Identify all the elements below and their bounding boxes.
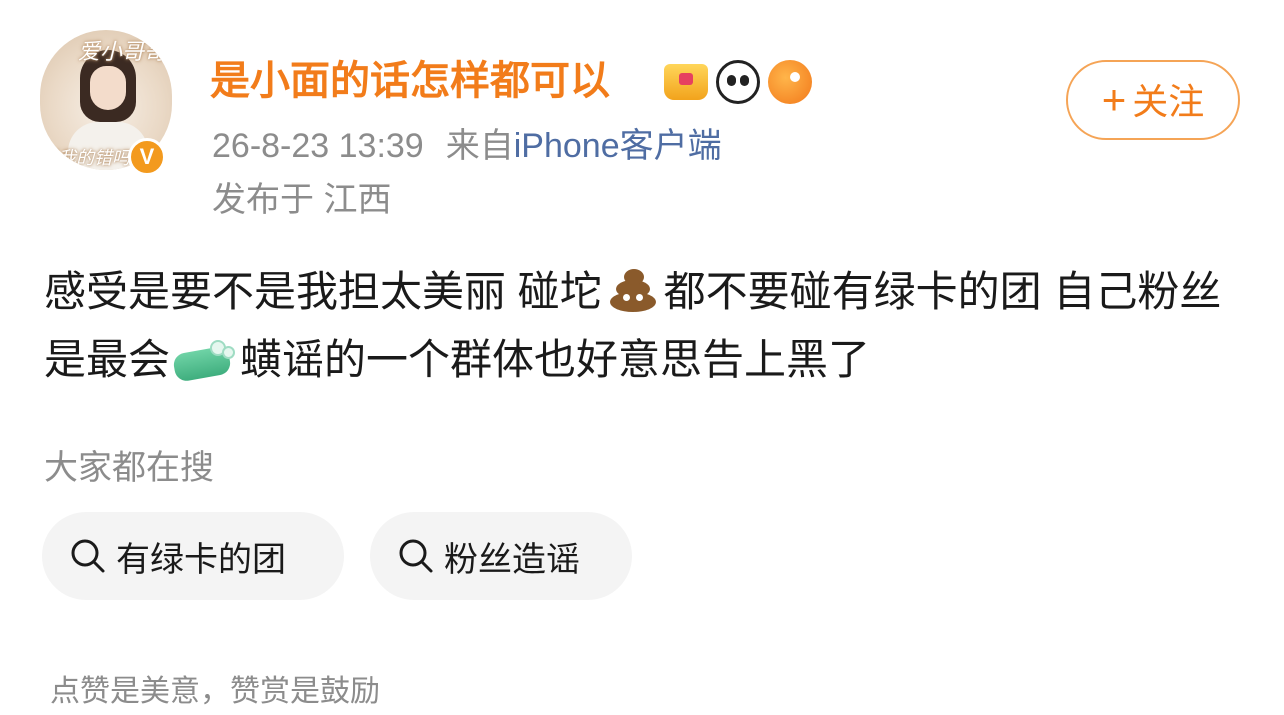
search-chip[interactable]: 有绿卡的团 [42, 512, 344, 600]
search-chip-label: 粉丝造谣 [444, 540, 580, 579]
avatar-face [90, 66, 126, 110]
weibo-post: 爱小哥哥 是我的错吗 V 是小面的话怎样都可以 26-8-23 13:39 来自i… [0, 0, 1284, 715]
search-heading: 大家都在搜 [44, 449, 214, 487]
source-device-link[interactable]: iPhone客户端 [514, 127, 722, 165]
source-prefix: 来自 [445, 127, 514, 165]
post-text-segment: 感受是要不是我担太美丽 碰坨 [44, 268, 602, 315]
follow-button[interactable]: + 关注 [1066, 60, 1240, 140]
follow-label: 关注 [1132, 81, 1205, 122]
post-text: 感受是要不是我担太美丽 碰坨 都不要碰有绿卡的团 自己粉丝是最会 蟥谣的一个群体也好… [44, 258, 1244, 394]
verified-badge-icon: V [128, 138, 166, 176]
soap-emoji-icon [172, 340, 236, 383]
post-timestamp: 26-8-23 13:39 [212, 127, 424, 165]
fish-icon[interactable] [768, 60, 812, 104]
crown-icon[interactable] [664, 64, 708, 100]
user-name[interactable]: 是小面的话怎样都可以 [210, 56, 610, 106]
post-location: 发布于 江西 [212, 181, 392, 219]
poop-emoji-icon [608, 266, 658, 312]
panda-icon[interactable] [716, 60, 760, 104]
search-icon [71, 539, 105, 573]
search-icon [399, 539, 433, 573]
reward-note: 点赞是美意，赞赏是鼓励 [50, 675, 380, 708]
avatar-script-bottom: 是我的错吗 [40, 148, 130, 169]
search-chip[interactable]: 粉丝造谣 [370, 512, 632, 600]
user-badges [664, 58, 812, 106]
post-text-segment: 蟥谣的一个群体也好意思告上黑了 [240, 336, 871, 383]
plus-icon: + [1101, 76, 1127, 123]
avatar-script-top: 爱小哥哥 [78, 40, 167, 65]
search-chip-label: 有绿卡的团 [116, 540, 286, 579]
post-meta: 26-8-23 13:39 来自iPhone客户端 [212, 124, 722, 168]
